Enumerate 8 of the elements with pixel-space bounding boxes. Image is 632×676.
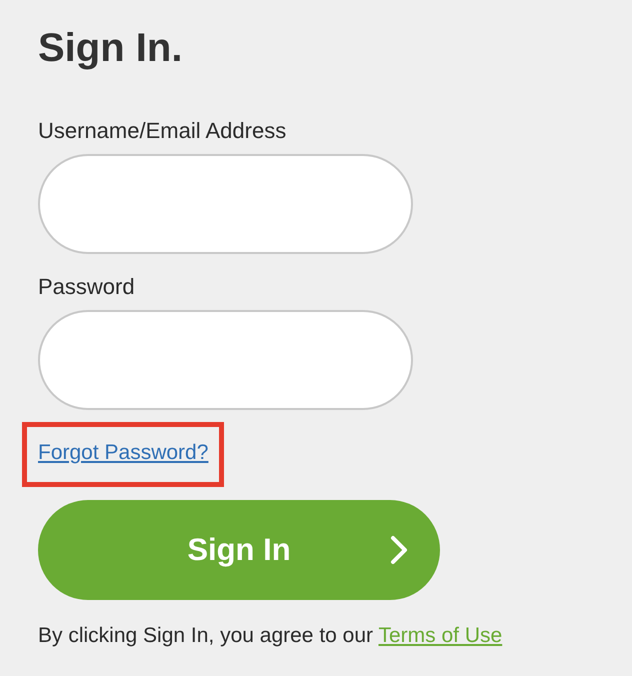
sign-in-button[interactable]: Sign In	[38, 500, 440, 600]
field-label: Username/Email Address	[38, 118, 286, 144]
field-label: Password	[38, 274, 135, 300]
terms-of-use-link[interactable]: Terms of Use	[378, 624, 502, 647]
forgot-password-link[interactable]: Forgot Password?	[38, 441, 208, 464]
chevron-icon	[390, 535, 408, 565]
page-title: Sign In.	[38, 25, 184, 72]
terms-text: By clicking Sign In, you agree to our Terms of Use	[38, 624, 504, 648]
